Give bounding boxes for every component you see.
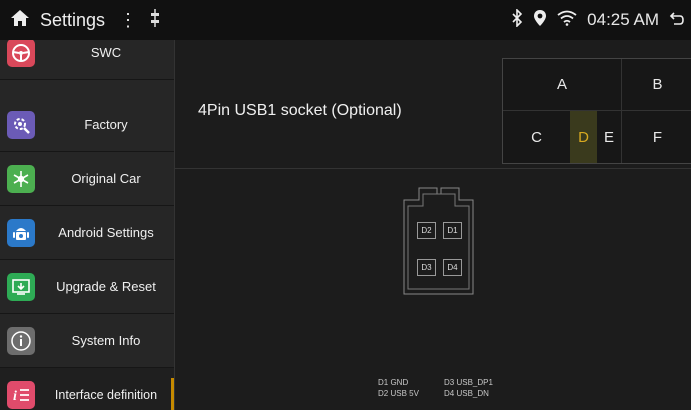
tab-divider [503,110,691,111]
sidebar-item-interface-definition[interactable]: i Interface definition [0,368,174,410]
tab-divider [621,59,622,163]
sidebar-item-label: Interface definition [54,387,158,402]
sidebar-item-swc[interactable]: SWC [0,40,174,80]
info-icon [7,326,35,355]
tab-c[interactable]: C [503,111,570,163]
pin-d3: D3 [417,259,436,276]
location-icon [533,9,547,32]
clock-time: 04:25 AM [587,10,659,29]
svg-text:i: i [13,389,17,404]
home-icon[interactable] [10,9,30,32]
sidebar-item-label: Upgrade & Reset [56,279,156,294]
upgrade-icon [7,272,35,301]
sidebar-item-factory[interactable]: Factory [0,98,174,152]
sidebar-item-original-car[interactable]: Original Car [0,152,174,206]
pin-d2: D2 [417,222,436,239]
page-title: Settings [40,9,106,30]
main-panel: 4Pin USB1 socket (Optional) A B C D E F … [175,40,691,410]
interface-definition-icon: i [7,380,35,409]
sidebar-item-android-settings[interactable]: Android Settings [0,206,174,260]
equalizer-icon[interactable] [149,8,161,33]
back-icon[interactable] [669,10,685,31]
legend-d1: D1 GND [378,378,409,387]
legend-d2: D2 USB 5V [378,389,419,398]
bluetooth-icon [511,7,523,32]
pin-group-tabs: A B C D E F [502,58,691,164]
factory-gear-icon [7,110,35,139]
snowflake-icon [7,164,35,193]
pin-d4: D4 [443,259,462,276]
legend-d3: D3 USB_DP1 [444,378,493,387]
status-bar: Settings ⋮ 04:25 AM [0,0,691,40]
sidebar-item-label: System Info [71,333,141,348]
wifi-icon [557,10,577,31]
more-menu-icon[interactable]: ⋮ [119,10,137,31]
pin-d1: D1 [443,222,462,239]
section-title: 4Pin USB1 socket (Optional) [198,102,402,119]
sidebar-item-upgrade-reset[interactable]: Upgrade & Reset [0,260,174,314]
sidebar-item-label: Original Car [71,171,141,186]
sidebar-item-system-info[interactable]: System Info [0,314,174,368]
steering-wheel-icon [7,40,35,67]
pin-legend-left: D1 GND D2 USB 5V [378,377,419,399]
sidebar-item-label: Android Settings [58,225,154,240]
settings-sidebar: SWC Factory Original Car Android Setting… [0,40,175,410]
sidebar-item-label: Factory [84,117,128,132]
tab-e[interactable]: E [597,111,621,163]
section-divider [175,168,691,169]
tab-b[interactable]: B [622,59,691,110]
tab-d[interactable]: D [570,111,597,163]
sidebar-item-label: SWC [90,45,122,60]
legend-d4: D4 USB_DN [444,389,489,398]
tab-f[interactable]: F [622,111,691,163]
tab-a[interactable]: A [503,59,621,110]
pin-legend-right: D3 USB_DP1 D4 USB_DN [444,377,493,399]
android-icon [7,218,35,247]
